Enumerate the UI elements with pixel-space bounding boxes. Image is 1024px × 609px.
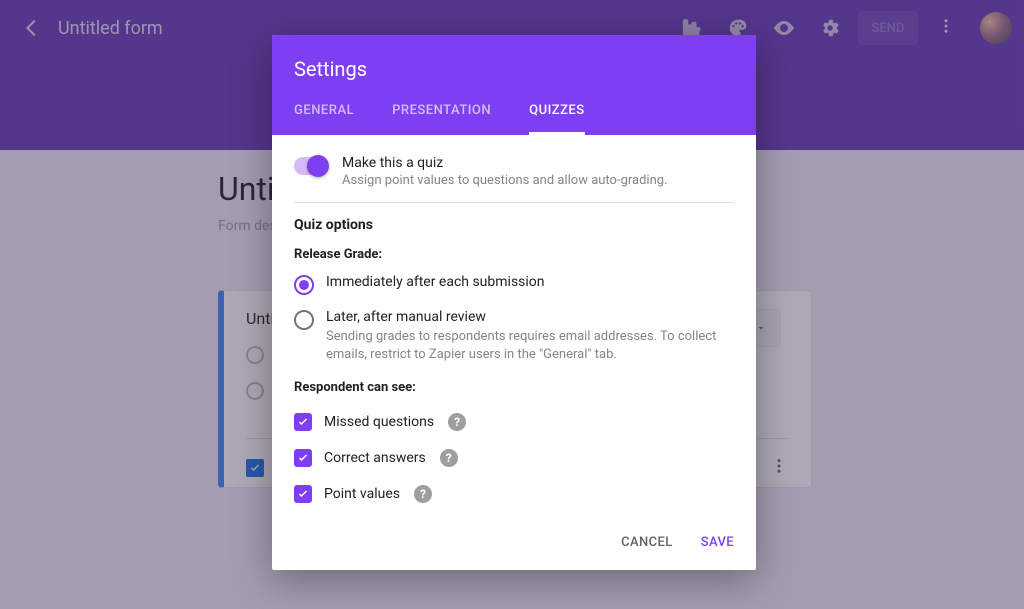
dialog-body: Make this a quiz Assign point values to … <box>272 135 756 525</box>
quiz-options-title: Quiz options <box>294 217 734 233</box>
help-icon[interactable]: ? <box>448 413 466 431</box>
dialog-actions: CANCEL SAVE <box>272 525 756 570</box>
make-quiz-sub: Assign point values to questions and all… <box>342 173 668 188</box>
release-later-radio[interactable]: Later, after manual review Sending grade… <box>294 309 734 364</box>
correct-answers-checkbox[interactable]: Correct answers ? <box>294 449 734 467</box>
point-values-checkbox[interactable]: Point values ? <box>294 485 734 503</box>
divider <box>294 202 734 203</box>
missed-questions-label: Missed questions <box>324 414 434 430</box>
make-quiz-label: Make this a quiz <box>342 155 668 171</box>
radio-unselected-icon <box>294 310 314 330</box>
save-button[interactable]: SAVE <box>701 535 734 550</box>
checkbox-checked-icon <box>294 485 312 503</box>
dialog-title: Settings <box>294 57 734 81</box>
missed-questions-checkbox[interactable]: Missed questions ? <box>294 413 734 431</box>
release-later-label: Later, after manual review <box>326 309 734 325</box>
dialog-header: Settings GENERAL PRESENTATION QUIZZES <box>272 35 756 135</box>
checkbox-checked-icon <box>294 413 312 431</box>
cancel-button[interactable]: CANCEL <box>621 535 673 550</box>
make-quiz-row: Make this a quiz Assign point values to … <box>294 151 734 202</box>
release-immediate-label: Immediately after each submission <box>326 274 545 290</box>
help-icon[interactable]: ? <box>440 449 458 467</box>
help-icon[interactable]: ? <box>414 485 432 503</box>
respondent-can-see-title: Respondent can see: <box>294 380 734 395</box>
make-quiz-toggle[interactable] <box>294 157 328 175</box>
release-immediate-radio[interactable]: Immediately after each submission <box>294 274 734 295</box>
tab-general[interactable]: GENERAL <box>294 103 354 135</box>
point-values-label: Point values <box>324 486 400 502</box>
dialog-tabs: GENERAL PRESENTATION QUIZZES <box>294 103 734 135</box>
tab-quizzes[interactable]: QUIZZES <box>529 103 585 135</box>
radio-selected-icon <box>294 275 314 295</box>
correct-answers-label: Correct answers <box>324 450 426 466</box>
release-grade-title: Release Grade: <box>294 247 734 262</box>
release-later-sub: Sending grades to respondents requires e… <box>326 328 734 364</box>
tab-presentation[interactable]: PRESENTATION <box>392 103 491 135</box>
checkbox-checked-icon <box>294 449 312 467</box>
settings-dialog: Settings GENERAL PRESENTATION QUIZZES Ma… <box>272 35 756 570</box>
